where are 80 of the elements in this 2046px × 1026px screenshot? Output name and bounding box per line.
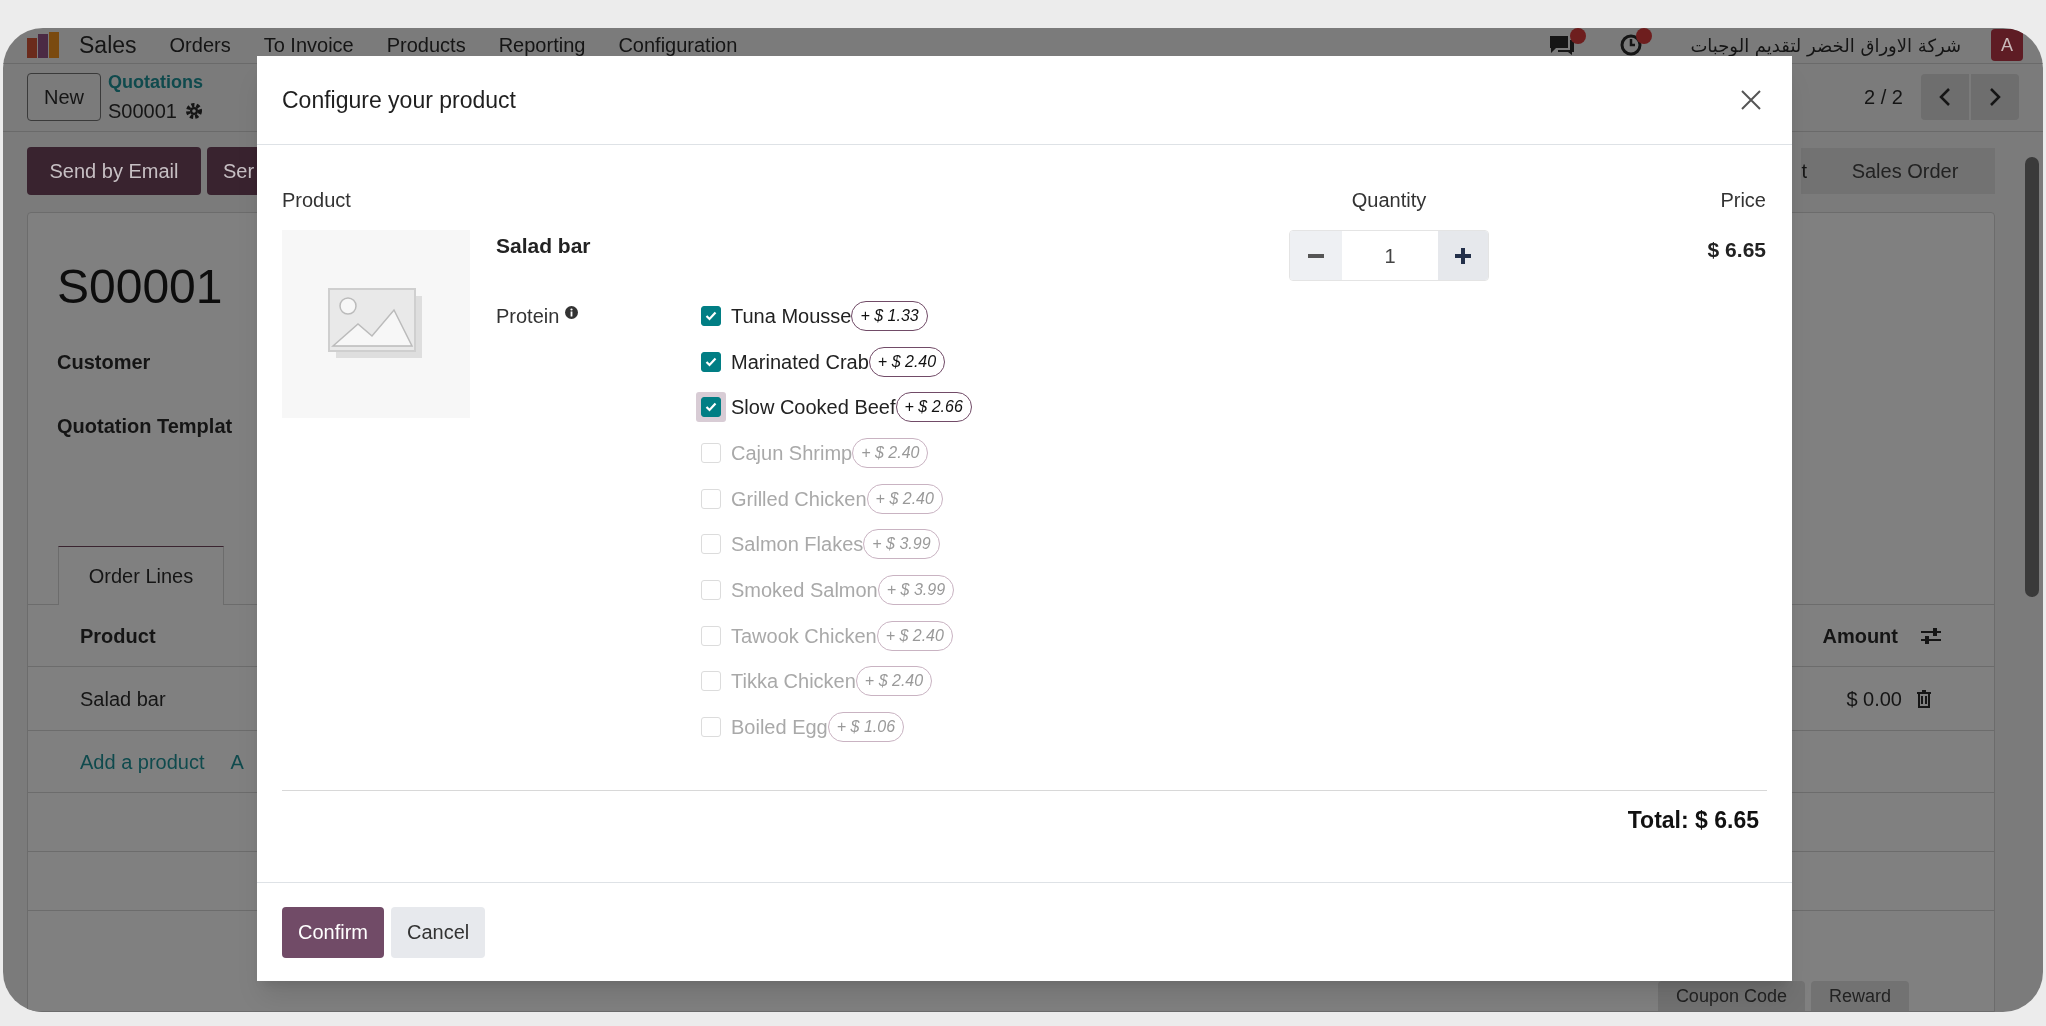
status-step[interactable]: t bbox=[1801, 148, 1815, 194]
new-button[interactable]: New bbox=[27, 73, 101, 122]
menu-item[interactable]: Configuration bbox=[618, 30, 738, 61]
close-icon[interactable] bbox=[1740, 89, 1762, 111]
record-name: S00001 bbox=[108, 98, 177, 124]
pager: 2 / 2 bbox=[1864, 85, 1903, 111]
chevron-left-icon bbox=[1939, 87, 1951, 108]
column-header: Price bbox=[1719, 188, 1766, 213]
table-cell-text: $ 0.00 bbox=[1846, 686, 1902, 712]
avatar[interactable]: A bbox=[1991, 29, 2023, 62]
company-name[interactable]: شركة الاوراق الخضر لتقديم الوجبات bbox=[1690, 31, 1961, 59]
check-icon bbox=[705, 402, 717, 413]
menu-item[interactable]: To Invoice bbox=[263, 30, 354, 61]
column-header: Quantity bbox=[1350, 188, 1428, 213]
clock-icon[interactable] bbox=[1620, 34, 1643, 57]
check-icon bbox=[705, 310, 717, 321]
checkbox[interactable] bbox=[701, 351, 721, 372]
trash-icon[interactable] bbox=[1916, 689, 1932, 708]
option-label[interactable]: Marinated Crab bbox=[731, 346, 869, 377]
add-line-link[interactable]: Add a product bbox=[80, 746, 205, 777]
previous-button[interactable] bbox=[1921, 74, 1969, 121]
option-row[interactable]: Cajun Shrimp + $ 2.40 bbox=[696, 430, 972, 476]
option-row[interactable]: Marinated Crab + $ 2.40 bbox=[696, 338, 972, 385]
status-step[interactable]: Sales Order bbox=[1815, 148, 1995, 194]
record-title: S00001 bbox=[57, 259, 223, 315]
plus-icon bbox=[1454, 246, 1472, 265]
option-row[interactable]: Tikka Chicken + $ 2.40 bbox=[696, 658, 972, 705]
option-row[interactable]: Salmon Flakes + $ 3.99 bbox=[696, 521, 972, 568]
dialog-title: Configure your product bbox=[282, 85, 516, 115]
sliders-icon[interactable] bbox=[1920, 625, 1942, 646]
quantity-stepper[interactable]: 1 bbox=[1289, 230, 1489, 281]
cancel-button[interactable]: Cancel bbox=[391, 906, 486, 958]
action-button[interactable]: Ser bbox=[207, 147, 257, 195]
scrollbar[interactable] bbox=[2025, 157, 2039, 597]
option-label[interactable]: Smoked Salmon bbox=[731, 574, 878, 605]
action-button[interactable]: Send by Email bbox=[27, 147, 201, 195]
add-line-link[interactable]: A bbox=[230, 746, 244, 777]
breadcrumb-link[interactable]: Quotations bbox=[108, 68, 203, 96]
menu-item[interactable]: Products bbox=[386, 30, 466, 61]
option-row[interactable]: Tawook Chicken + $ 2.40 bbox=[696, 612, 972, 659]
option-label[interactable]: Tikka Chicken bbox=[731, 666, 856, 697]
column-header: Amount bbox=[1822, 623, 1898, 649]
secondary-button[interactable]: Reward bbox=[1810, 981, 1909, 1011]
option-label[interactable]: Grilled Chicken bbox=[731, 483, 867, 514]
option-label[interactable]: Tawook Chicken bbox=[731, 620, 877, 651]
menu-item[interactable]: Orders bbox=[169, 30, 231, 61]
option-row[interactable]: Boiled Egg + $ 1.06 bbox=[696, 704, 972, 750]
app-logo-icon[interactable] bbox=[27, 32, 61, 59]
product-name: Salad bar bbox=[496, 233, 592, 259]
confirm-button[interactable]: Confirm bbox=[282, 906, 384, 958]
plus-button[interactable] bbox=[1438, 231, 1488, 280]
option-label[interactable]: Slow Cooked Beef bbox=[731, 392, 896, 423]
minus-icon bbox=[1308, 253, 1324, 258]
option-row[interactable]: Smoked Salmon + $ 3.99 bbox=[696, 567, 972, 613]
option-label[interactable]: Tuna Mousse bbox=[731, 300, 852, 331]
tab[interactable]: Order Lines bbox=[58, 546, 224, 605]
attribute-label: Protein bbox=[496, 304, 560, 329]
field-label: Customer bbox=[57, 350, 151, 375]
option-row[interactable]: Grilled Chicken + $ 2.40 bbox=[696, 475, 972, 522]
chevron-right-icon bbox=[1989, 87, 2001, 108]
chat-icon[interactable] bbox=[1548, 34, 1577, 57]
total: Total: $ 6.65 bbox=[1627, 806, 1759, 836]
checkbox[interactable] bbox=[701, 305, 721, 326]
option-label[interactable]: Salmon Flakes bbox=[731, 529, 864, 560]
next-button[interactable] bbox=[1971, 74, 2019, 121]
secondary-button[interactable]: Coupon Code bbox=[1657, 981, 1805, 1011]
table-cell[interactable]: Salad bar bbox=[80, 683, 166, 714]
column-header: Product bbox=[282, 188, 352, 213]
info-icon[interactable] bbox=[565, 305, 579, 319]
gear-icon[interactable] bbox=[185, 101, 203, 120]
option-row[interactable]: Tuna Mousse + $ 1.33 bbox=[696, 293, 972, 339]
column-header: Product bbox=[80, 623, 156, 649]
minus-button[interactable] bbox=[1290, 231, 1342, 280]
option-label[interactable]: Cajun Shrimp bbox=[731, 437, 853, 468]
field-label: Quotation Templat bbox=[57, 414, 233, 439]
menu-item[interactable]: Reporting bbox=[498, 30, 586, 61]
price: $ 6.65 bbox=[1706, 237, 1766, 263]
option-label[interactable]: Boiled Egg bbox=[731, 712, 828, 743]
app-name[interactable]: Sales bbox=[79, 28, 137, 63]
check-icon bbox=[705, 356, 717, 367]
